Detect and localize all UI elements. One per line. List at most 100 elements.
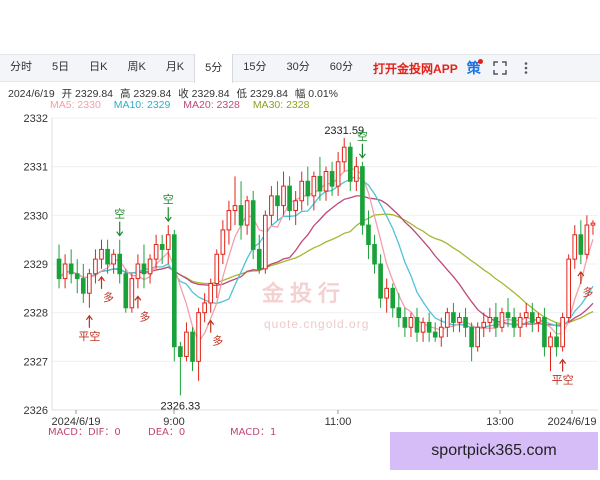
candle-body bbox=[135, 263, 141, 280]
tab-5[interactable]: 5分 bbox=[194, 54, 234, 83]
ma10-label: MA10: 2329 bbox=[113, 99, 171, 111]
y-tick-label: 2328 bbox=[24, 308, 48, 320]
signal-arrow bbox=[116, 221, 124, 237]
signal-arrow bbox=[164, 207, 172, 223]
candle-body bbox=[523, 312, 529, 319]
ma5-label: MA5: 2330 bbox=[50, 99, 101, 111]
candle-body bbox=[232, 205, 238, 211]
y-tick-label: 2327 bbox=[24, 356, 48, 368]
y-tick-label: 2332 bbox=[24, 113, 48, 125]
y-tick-label: 2331 bbox=[24, 162, 48, 174]
candle-body bbox=[396, 307, 402, 319]
candle-body bbox=[372, 244, 377, 265]
macd-label: MACD：DIF：0 bbox=[48, 427, 121, 438]
notification-dot bbox=[477, 59, 483, 64]
tab-3[interactable]: 周K bbox=[117, 53, 155, 81]
tab-2[interactable]: 日K bbox=[79, 53, 117, 81]
candle-body bbox=[499, 312, 505, 328]
signal-arrow bbox=[577, 271, 585, 284]
signal-label: 空 bbox=[357, 129, 368, 143]
candle-body bbox=[536, 317, 541, 323]
candle-body bbox=[366, 224, 371, 246]
candle-body bbox=[463, 317, 468, 328]
candlestick-chart: 23322331233023292328232723262331.592326.… bbox=[24, 113, 598, 438]
candle-body bbox=[159, 244, 165, 250]
fullscreen-icon[interactable] bbox=[490, 58, 510, 78]
candle-body bbox=[80, 278, 86, 294]
x-tick-label: 13:00 bbox=[486, 416, 514, 428]
signal-arrow bbox=[559, 358, 567, 372]
candle-body bbox=[178, 346, 183, 357]
candle-body bbox=[572, 234, 578, 260]
candle-body bbox=[457, 317, 462, 323]
candle-body bbox=[184, 331, 189, 357]
signal-label: 多 bbox=[212, 334, 223, 348]
candle-body bbox=[390, 287, 396, 309]
candle-body bbox=[360, 166, 365, 226]
candle-body bbox=[311, 175, 317, 197]
ma30-label: MA30: 2328 bbox=[252, 99, 310, 111]
candle-body bbox=[420, 321, 426, 333]
candle-body bbox=[317, 175, 323, 192]
candle-body bbox=[117, 253, 123, 275]
period-tabs: 分时 5日 日K 周K 月K 5分 15分 30分 60分 bbox=[0, 53, 363, 83]
open-app-link[interactable]: 打开金投网APP bbox=[373, 60, 458, 77]
macd-label: DEA：0 bbox=[148, 427, 185, 438]
candle-body bbox=[56, 258, 62, 280]
period-tab-bar: 分时 5日 日K 周K 月K 5分 15分 30分 60分 打开金投网APP 策 bbox=[0, 53, 600, 83]
candle-body bbox=[299, 180, 305, 202]
candle-body bbox=[554, 336, 559, 348]
candle-body bbox=[171, 234, 177, 348]
candle-body bbox=[347, 146, 353, 182]
candle-body bbox=[475, 326, 481, 348]
ma20-label: MA20: 2328 bbox=[183, 99, 240, 111]
candle-body bbox=[263, 214, 268, 270]
tab-1[interactable]: 5日 bbox=[42, 53, 79, 81]
strategy-icon[interactable]: 策 bbox=[464, 58, 484, 78]
signal-label: 空 bbox=[163, 192, 174, 206]
candle-body bbox=[74, 273, 80, 280]
candle-body bbox=[275, 195, 280, 207]
candle-body bbox=[202, 302, 207, 314]
candle-body bbox=[147, 258, 153, 275]
candle-body bbox=[244, 200, 250, 226]
tab-7[interactable]: 30分 bbox=[277, 53, 320, 81]
candle-body bbox=[226, 209, 232, 231]
candle-body bbox=[341, 146, 347, 163]
candle-body bbox=[566, 258, 572, 319]
signal-label: 空 bbox=[114, 207, 125, 221]
tab-4[interactable]: 月K bbox=[156, 53, 194, 81]
candle-body bbox=[511, 317, 517, 328]
candle-body bbox=[293, 200, 298, 211]
candle-body bbox=[487, 317, 493, 323]
candle-body bbox=[141, 263, 147, 275]
info-date: 2024/6/19 bbox=[8, 88, 55, 100]
candle-body bbox=[220, 229, 226, 255]
candle-body bbox=[542, 317, 547, 348]
candle-body bbox=[153, 244, 159, 260]
x-tick-label: 11:00 bbox=[325, 416, 352, 428]
candle-body bbox=[378, 263, 383, 299]
candle-body bbox=[590, 222, 596, 226]
tab-6[interactable]: 15分 bbox=[233, 53, 276, 81]
candle-body bbox=[281, 185, 286, 207]
tab-8[interactable]: 60分 bbox=[320, 53, 363, 81]
candle-body bbox=[529, 312, 535, 323]
candle-body bbox=[548, 336, 553, 348]
more-icon[interactable] bbox=[516, 58, 536, 78]
candle-body bbox=[208, 282, 214, 304]
candle-body bbox=[165, 234, 171, 250]
candle-body bbox=[93, 258, 98, 275]
tab-0[interactable]: 分时 bbox=[0, 53, 42, 81]
candle-body bbox=[445, 312, 450, 328]
x-tick-label: 2024/6/19 bbox=[548, 416, 597, 428]
candle-body bbox=[517, 317, 523, 328]
candle-body bbox=[414, 317, 420, 333]
candle-body bbox=[335, 161, 341, 187]
candle-body bbox=[305, 180, 311, 197]
low-annotation: 2326.33 bbox=[160, 400, 200, 412]
candle-body bbox=[426, 321, 432, 333]
candle-body bbox=[384, 287, 389, 299]
y-tick-label: 2330 bbox=[24, 210, 48, 222]
candle-body bbox=[256, 248, 262, 270]
